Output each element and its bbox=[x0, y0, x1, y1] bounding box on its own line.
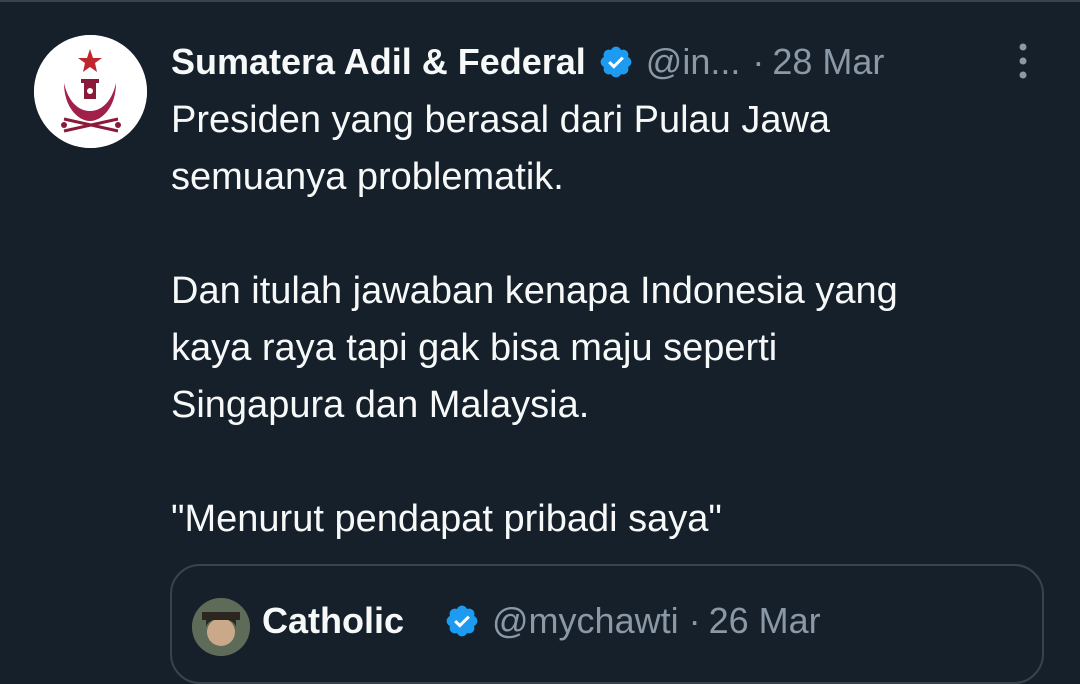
verified-badge-icon[interactable] bbox=[444, 603, 480, 639]
author-handle[interactable]: @in... bbox=[646, 41, 741, 83]
quoted-separator-dot: · bbox=[688, 600, 701, 641]
author-name[interactable]: Sumatera Adil & Federal bbox=[171, 41, 586, 83]
tweet-header: Sumatera Adil & Federal @in... · 28 Mar bbox=[171, 38, 1051, 86]
quoted-author-name[interactable]: Catholic bbox=[262, 600, 404, 642]
verified-badge-icon[interactable] bbox=[598, 44, 634, 80]
quoted-tweet-card[interactable]: Catholic @mychawti · 26 Mar bbox=[170, 564, 1044, 684]
tweet-text: Presiden yang berasal dari Pulau Jawa se… bbox=[171, 99, 898, 540]
emblem-logo-icon bbox=[34, 35, 147, 148]
quoted-tweet-date[interactable]: 26 Mar bbox=[709, 600, 821, 642]
top-divider bbox=[0, 0, 1080, 2]
author-avatar[interactable] bbox=[34, 35, 147, 148]
quoted-tweet-header: Catholic @mychawti · 26 Mar bbox=[262, 600, 821, 642]
more-vertical-icon[interactable] bbox=[1004, 38, 1042, 84]
person-photo-icon bbox=[192, 598, 250, 656]
quoted-author-handle[interactable]: @mychawti bbox=[492, 600, 679, 642]
separator-dot: · bbox=[752, 41, 765, 82]
quoted-author-avatar[interactable] bbox=[192, 598, 250, 656]
tweet-date[interactable]: 28 Mar bbox=[772, 41, 884, 83]
